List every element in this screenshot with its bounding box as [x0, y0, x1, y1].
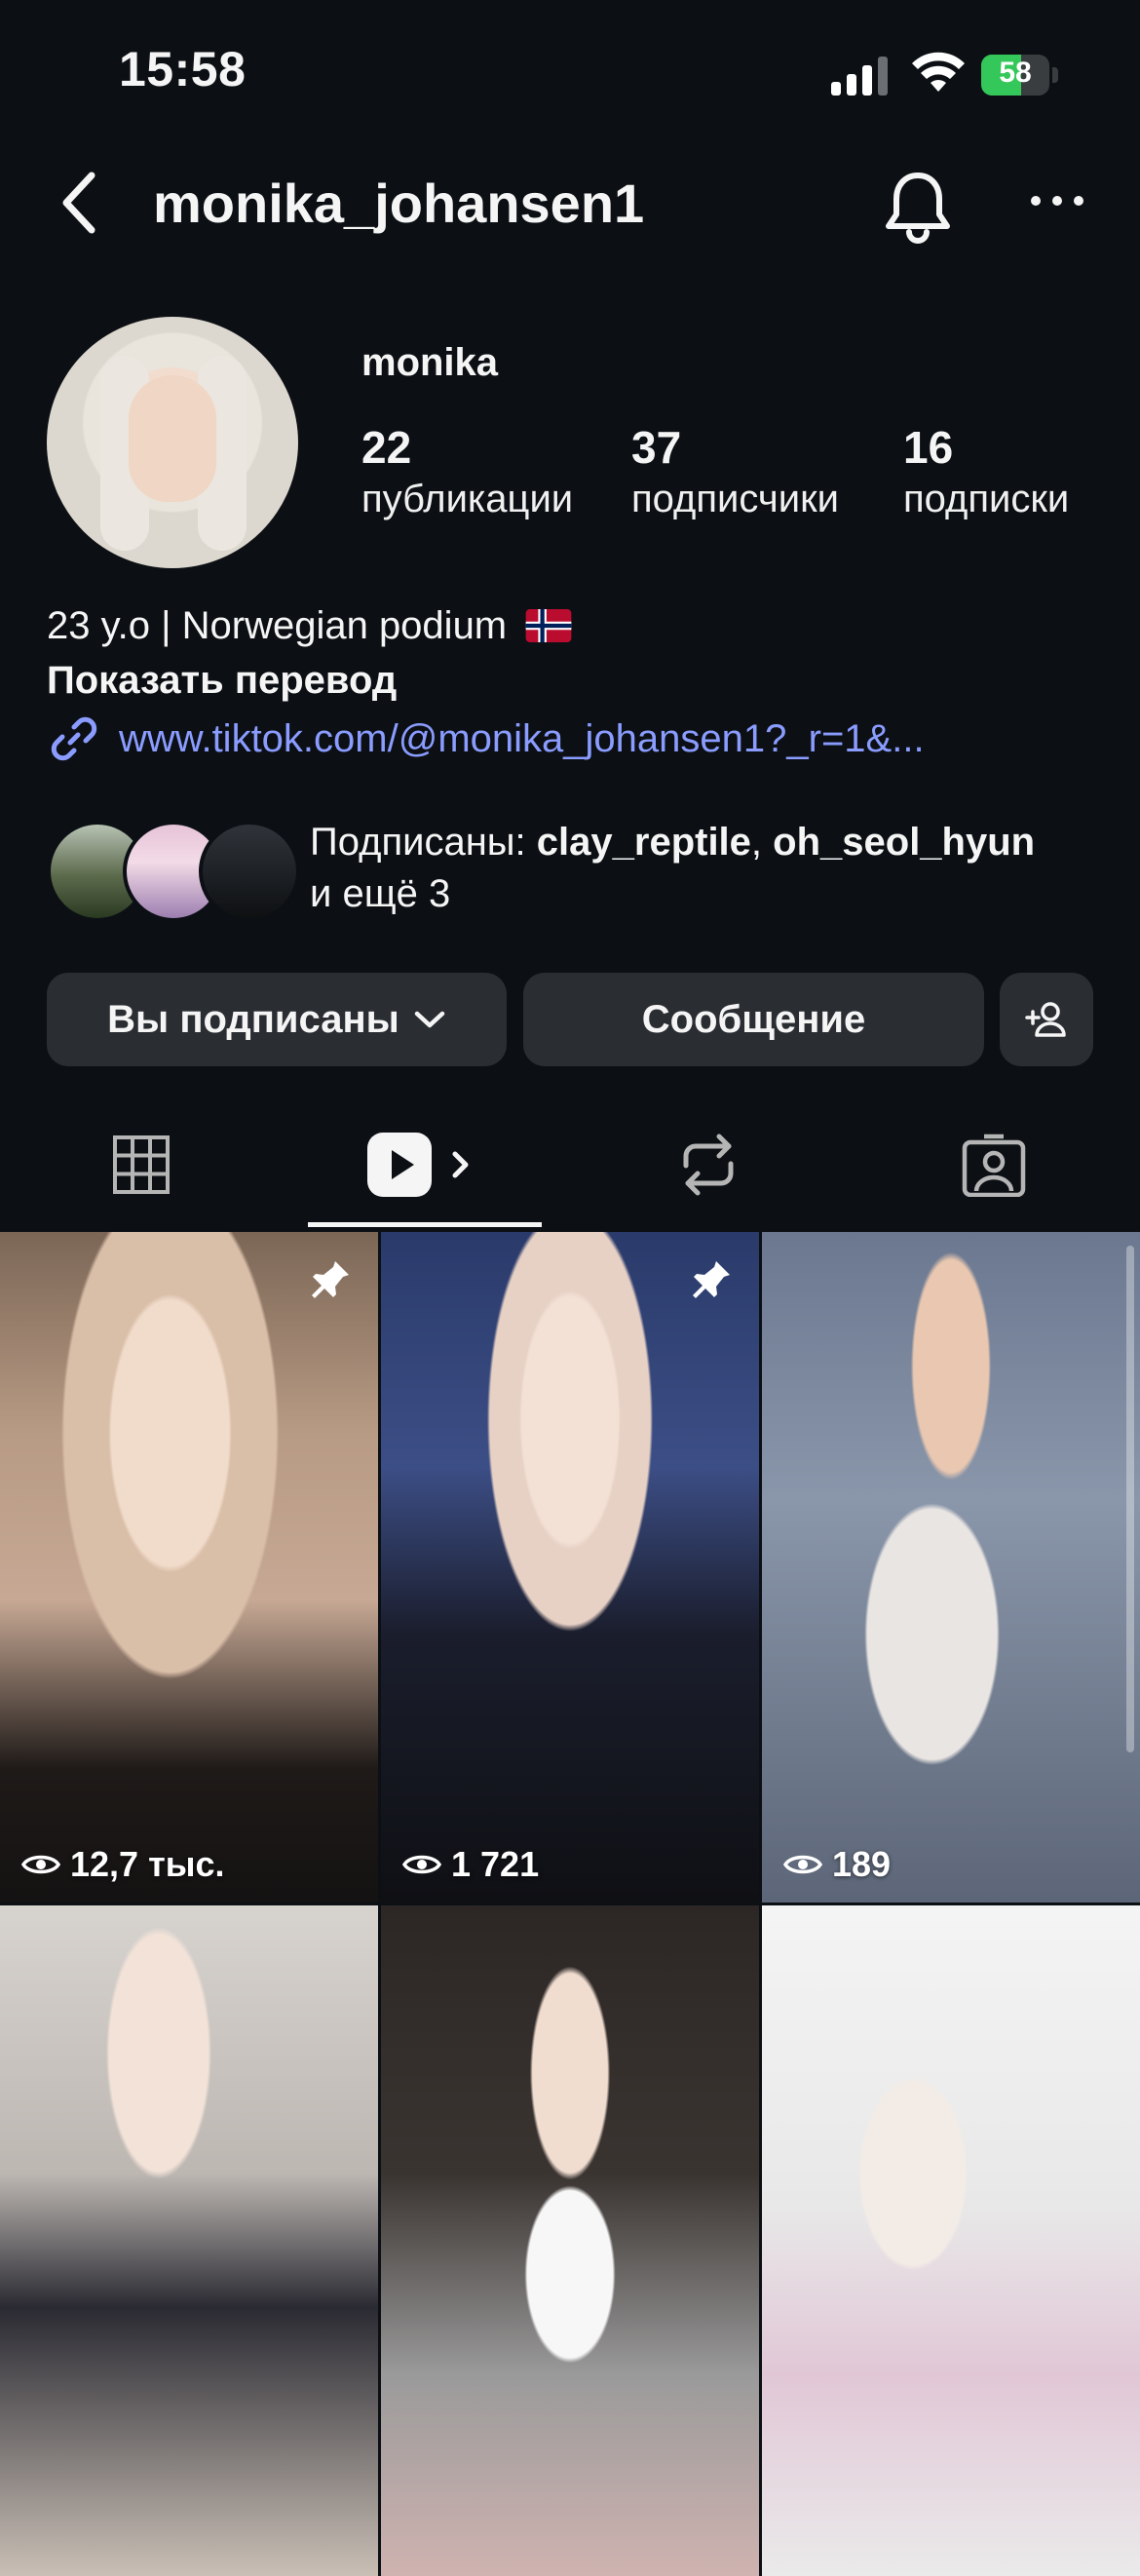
show-translation-link[interactable]: Показать перевод: [47, 659, 397, 703]
tab-reposts[interactable]: [626, 1121, 791, 1209]
message-button[interactable]: Сообщение: [523, 973, 984, 1066]
link-icon: [51, 716, 97, 761]
following-label: подписки: [903, 478, 1070, 520]
reel-thumbnail[interactable]: [762, 1905, 1140, 2576]
followers-label: подписчики: [631, 478, 839, 520]
view-count: 189: [783, 1844, 891, 1885]
bio-link-text: www.tiktok.com/@monika_johansen1?_r=1&..…: [119, 716, 925, 760]
stat-following[interactable]: 16 подписки: [903, 421, 1069, 521]
mutual-name-2[interactable]: oh_seol_hyun: [773, 821, 1035, 864]
reel-thumbnail[interactable]: 1 721: [381, 1232, 759, 1903]
view-count-text: 1 721: [451, 1844, 540, 1884]
cellular-signal-icon: [831, 57, 888, 96]
display-name: monika: [361, 341, 499, 384]
followers-count: 37: [631, 422, 682, 473]
bio-link[interactable]: www.tiktok.com/@monika_johansen1?_r=1&..…: [47, 711, 925, 766]
stat-posts[interactable]: 22 публикации: [361, 421, 573, 521]
views-eye-icon: [783, 1855, 822, 1874]
following-button-label: Вы подписаны: [107, 997, 399, 1041]
posts-label: публикации: [361, 478, 574, 520]
mutual-followers-text[interactable]: Подписаны: clay_reptile, oh_seol_hyun и …: [310, 817, 1109, 920]
battery-icon: 58: [981, 55, 1061, 96]
back-button[interactable]: [49, 164, 117, 242]
mutual-avatar: [199, 821, 300, 922]
pin-icon: [312, 1261, 349, 1298]
views-eye-icon: [402, 1855, 441, 1874]
bio-text: 23 y.o | Norwegian podium: [47, 604, 572, 648]
add-user-icon: [1025, 1002, 1066, 1037]
active-tab-indicator: [308, 1222, 542, 1227]
repost-icon: [683, 1134, 734, 1196]
mutual-followers-avatars[interactable]: [47, 821, 300, 922]
scrollbar[interactable]: [1126, 1246, 1134, 1752]
pin-icon: [693, 1261, 730, 1298]
posts-count: 22: [361, 422, 412, 473]
grid-icon: [113, 1135, 170, 1194]
wifi-icon: [912, 52, 965, 92]
following-count: 16: [903, 422, 954, 473]
following-button[interactable]: Вы подписаны: [47, 973, 507, 1066]
tab-reels[interactable]: [341, 1121, 507, 1209]
tagged-person-icon: [962, 1134, 1026, 1197]
reels-icon: [367, 1133, 469, 1197]
notification-bell-icon[interactable]: [877, 166, 959, 248]
profile-username: monika_johansen1: [153, 173, 645, 234]
reel-thumbnail[interactable]: 189: [762, 1232, 1140, 1903]
view-count-text: 12,7 тыс.: [70, 1844, 225, 1884]
tab-posts-grid[interactable]: [58, 1121, 224, 1209]
reels-grid: 12,7 тыс. 1 721 189: [0, 1232, 1140, 2576]
views-eye-icon: [21, 1855, 60, 1874]
tab-tagged[interactable]: [911, 1121, 1077, 1209]
mutual-name-1[interactable]: clay_reptile: [537, 821, 751, 864]
message-button-label: Сообщение: [641, 997, 866, 1041]
mutual-suffix: и ещё 3: [310, 872, 451, 915]
reel-thumbnail[interactable]: 12,7 тыс.: [0, 1232, 378, 1903]
view-count: 12,7 тыс.: [21, 1844, 224, 1885]
view-count-text: 189: [832, 1844, 892, 1884]
bio-line: 23 y.o | Norwegian podium: [47, 604, 508, 647]
reel-thumbnail[interactable]: [0, 1905, 378, 2576]
battery-level: 58: [999, 57, 1032, 89]
mutual-separator: ,: [750, 821, 774, 864]
mutual-prefix: Подписаны:: [310, 821, 537, 864]
profile-avatar[interactable]: [47, 317, 298, 568]
view-count: 1 721: [402, 1844, 539, 1885]
chevron-down-icon: [414, 1011, 445, 1028]
reel-thumbnail[interactable]: [381, 1905, 759, 2576]
status-time: 15:58: [119, 42, 247, 96]
more-options-icon[interactable]: [1023, 175, 1091, 234]
stat-followers[interactable]: 37 подписчики: [631, 421, 839, 521]
suggest-users-button[interactable]: [1000, 973, 1093, 1066]
norway-flag-icon: [525, 609, 572, 642]
